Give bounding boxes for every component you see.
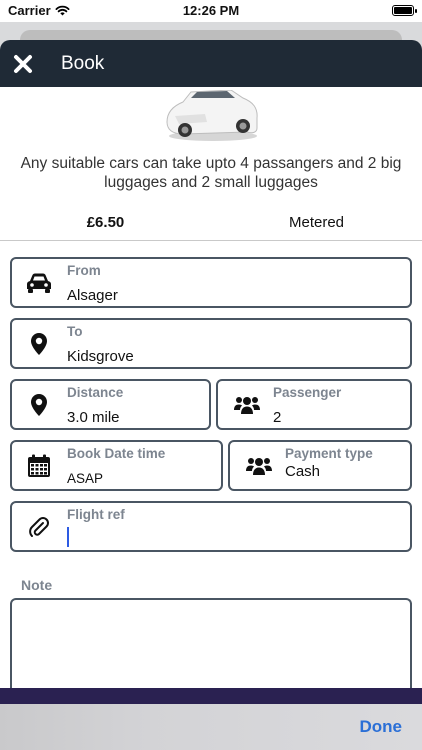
to-label: To bbox=[67, 324, 83, 339]
payment-type-value: Cash bbox=[285, 463, 321, 480]
car-image-icon bbox=[166, 90, 258, 141]
distance-value: 3.0 mile bbox=[67, 409, 120, 426]
to-value: Kidsgrove bbox=[67, 348, 134, 365]
navigation-bar: Book bbox=[0, 40, 422, 87]
status-bar: Carrier 12:26 PM bbox=[0, 0, 422, 22]
passenger-field[interactable]: Passenger 2 bbox=[216, 379, 412, 430]
keyboard-toolbar: Done bbox=[0, 704, 422, 750]
location-pin-icon bbox=[24, 330, 54, 358]
page-title: Book bbox=[61, 52, 105, 74]
close-icon bbox=[14, 54, 32, 73]
location-pin-icon bbox=[24, 391, 54, 419]
from-label: From bbox=[67, 263, 101, 278]
payment-type-field[interactable]: Payment type Cash bbox=[228, 440, 412, 491]
fare-row: £6.50 Metered bbox=[0, 204, 422, 241]
calendar-icon bbox=[24, 452, 54, 480]
flight-ref-label: Flight ref bbox=[67, 507, 125, 522]
users-icon bbox=[232, 391, 262, 419]
done-button[interactable]: Done bbox=[360, 717, 403, 737]
from-field[interactable]: From Alsager bbox=[10, 257, 412, 308]
keyboard-divider bbox=[0, 688, 422, 704]
close-button[interactable] bbox=[1, 40, 45, 87]
distance-field[interactable]: Distance 3.0 mile bbox=[10, 379, 211, 430]
note-textarea[interactable] bbox=[10, 598, 412, 690]
passenger-value: 2 bbox=[273, 409, 282, 426]
note-label: Note bbox=[21, 577, 53, 593]
book-datetime-label: Book Date time bbox=[67, 446, 166, 461]
vehicle-description: Any suitable cars can take upto 4 passan… bbox=[20, 155, 402, 191]
users-icon bbox=[244, 452, 274, 480]
text-cursor bbox=[67, 527, 69, 547]
payment-type-label: Payment type bbox=[285, 446, 373, 461]
to-field[interactable]: To Kidsgrove bbox=[10, 318, 412, 369]
clock: 12:26 PM bbox=[182, 3, 240, 18]
book-datetime-value: ASAP bbox=[67, 471, 104, 486]
battery-icon bbox=[392, 5, 417, 16]
passenger-label: Passenger bbox=[273, 385, 342, 400]
from-value: Alsager bbox=[67, 287, 118, 304]
fare-price: £6.50 bbox=[86, 213, 125, 231]
car-icon bbox=[24, 269, 54, 297]
book-datetime-field[interactable]: Book Date time ASAP bbox=[10, 440, 223, 491]
flight-ref-field[interactable]: Flight ref bbox=[10, 501, 412, 552]
distance-label: Distance bbox=[67, 385, 124, 400]
paperclip-icon bbox=[24, 513, 54, 541]
fare-type: Metered bbox=[288, 213, 345, 231]
vehicle-image bbox=[0, 87, 422, 142]
